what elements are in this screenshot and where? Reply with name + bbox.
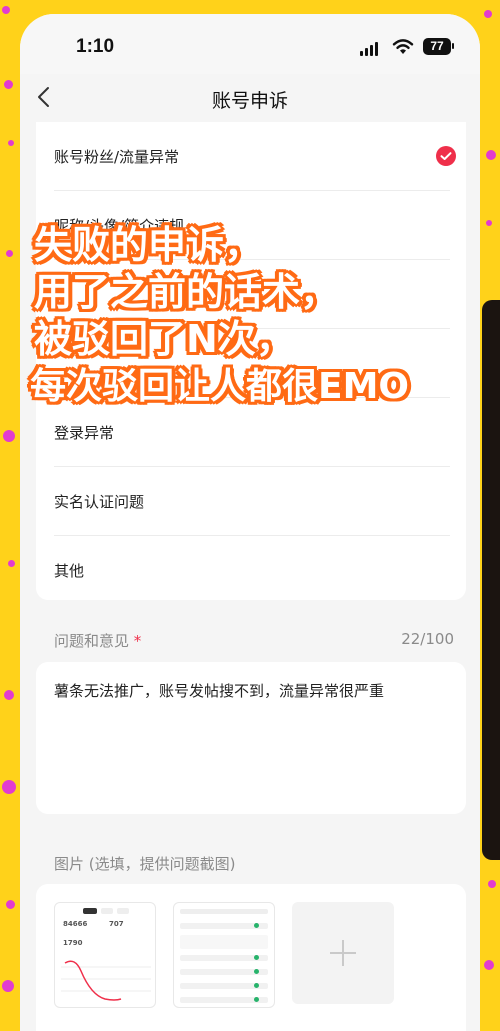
thumb-line-chart — [61, 960, 151, 1001]
option-label: 登录异常 — [54, 423, 115, 442]
status-bar: 1:10 77 — [20, 14, 480, 74]
page-title: 账号申诉 — [211, 90, 288, 112]
option-label: 昵称/头像/简介违规 — [54, 216, 185, 235]
wifi-icon — [392, 39, 414, 54]
option-profile-violation[interactable]: 昵称/头像/简介违规 — [54, 191, 450, 260]
char-counter: 22/100 — [401, 630, 454, 648]
option-label: 实名认证问题 — [54, 492, 145, 511]
phone-screen: 1:10 77 账号申诉 账号粉丝/流量异常 昵称/头像/简介违规 登录异常 实… — [20, 14, 480, 1031]
check-icon — [436, 146, 456, 166]
screenshot-thumbnail-1[interactable]: 84666 707 1790 — [54, 902, 156, 1008]
images-label: 图片 (选填，提供问题截图) — [54, 855, 236, 873]
thumb-value-c: 1790 — [63, 939, 83, 947]
option-login-issue[interactable]: 登录异常 — [54, 398, 450, 467]
image-upload-area: 84666 707 1790 — [36, 884, 466, 1031]
option-fans-traffic[interactable]: 账号粉丝/流量异常 — [54, 122, 456, 191]
signal-icon — [360, 42, 378, 56]
option-other[interactable]: 其他 — [54, 536, 450, 605]
thumb-value-b: 707 — [109, 920, 124, 928]
add-image-button[interactable] — [292, 902, 394, 1004]
option-label: 账号粉丝/流量异常 — [54, 147, 180, 166]
feedback-textarea[interactable]: 薯条无法推广，账号发帖搜不到，流量异常很严重 — [36, 662, 466, 814]
status-time: 1:10 — [76, 36, 115, 57]
option-real-name[interactable]: 实名认证问题 — [54, 467, 450, 536]
feedback-label: 问题和意见 * — [54, 632, 142, 650]
background-figure — [482, 300, 500, 860]
option-3[interactable] — [54, 260, 450, 329]
battery-tip — [452, 43, 454, 49]
thumb-value-a: 84666 — [63, 920, 88, 928]
battery-icon: 77 — [423, 38, 451, 55]
screenshot-thumbnail-2[interactable] — [173, 902, 275, 1008]
option-label: 其他 — [54, 562, 85, 580]
appeal-reason-list: 账号粉丝/流量异常 昵称/头像/简介违规 登录异常 实名认证问题 其他 — [36, 122, 466, 600]
required-mark: * — [133, 632, 142, 650]
option-4[interactable] — [54, 329, 450, 398]
nav-bar: 账号申诉 — [20, 74, 480, 122]
